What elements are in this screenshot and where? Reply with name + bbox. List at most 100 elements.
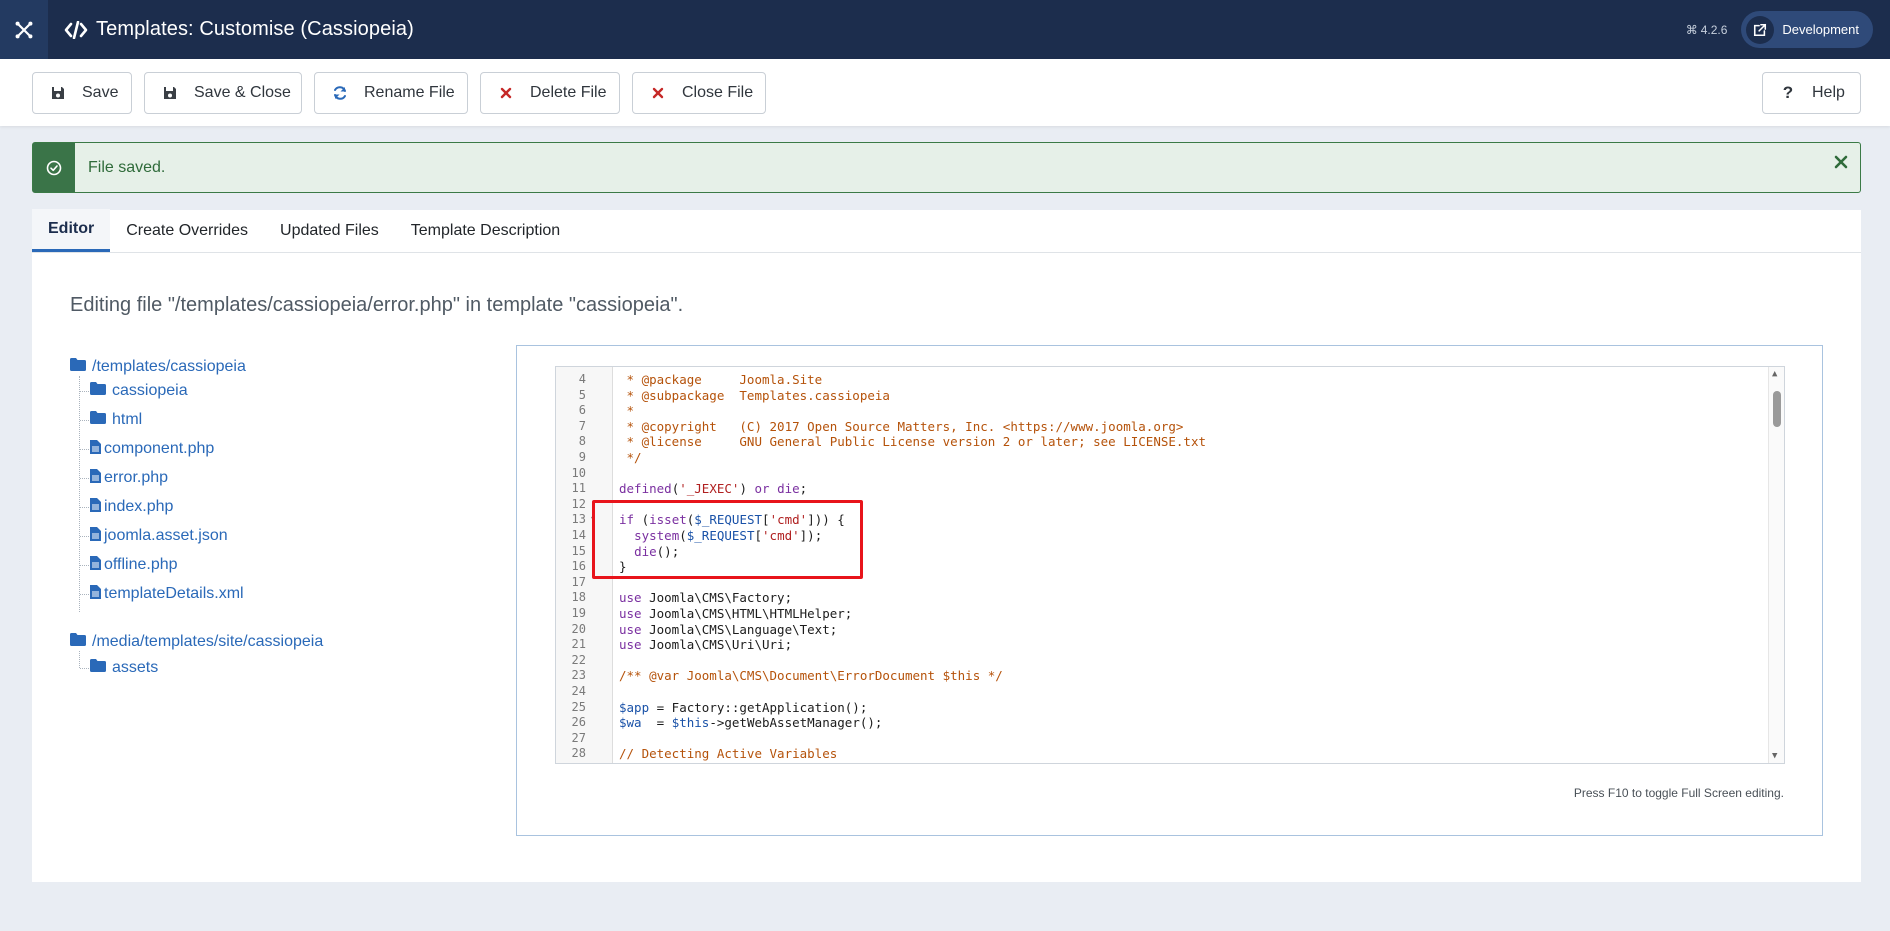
line-number: 18	[571, 590, 586, 605]
tree-file-templatedetails-xml[interactable]: templateDetails.xml	[90, 583, 244, 605]
code-line[interactable]: 24	[556, 684, 1756, 700]
floppy-disk-icon	[49, 84, 67, 102]
code-line[interactable]: 18 use Joomla\CMS\Factory;	[556, 590, 1756, 606]
code-text: $wa = $this->getWebAssetManager();	[619, 715, 883, 731]
tab-template-description[interactable]: Template Description	[395, 209, 576, 252]
help-button[interactable]: ? Help	[1762, 72, 1861, 114]
delete-file-button[interactable]: Delete File	[480, 72, 620, 114]
tree-item-label: cassiopeia	[112, 382, 188, 399]
tab-editor[interactable]: Editor	[32, 209, 111, 252]
code-line[interactable]: 6 *	[556, 403, 1756, 419]
line-number: 5	[578, 387, 586, 402]
editor-card: Editor Create Overrides Updated Files Te…	[32, 209, 1861, 882]
code-line[interactable]: 5 * @subpackage Templates.cassiopeia	[556, 388, 1756, 404]
external-link-icon	[1746, 15, 1775, 44]
code-line[interactable]: 9 */	[556, 450, 1756, 466]
file-icon	[90, 439, 101, 459]
line-number: 27	[571, 730, 586, 745]
joomla-logo-icon[interactable]	[0, 0, 48, 59]
line-number: 16	[571, 559, 586, 574]
line-number: 11	[571, 481, 586, 496]
file-icon	[90, 497, 101, 517]
save-close-label: Save & Close	[194, 84, 291, 101]
code-line[interactable]: 21 use Joomla\CMS\Uri\Uri;	[556, 637, 1756, 653]
tree-item-label: templateDetails.xml	[104, 585, 244, 602]
tree-root-templates[interactable]: /templates/cassiopeia	[70, 356, 246, 378]
tab-create-overrides[interactable]: Create Overrides	[110, 209, 264, 252]
line-number: 6	[578, 403, 586, 418]
close-file-label: Close File	[682, 84, 754, 101]
line-number: 25	[571, 699, 586, 714]
tree-folder-html[interactable]: html	[90, 409, 142, 431]
line-number: 12	[571, 496, 586, 511]
code-text: * @subpackage Templates.cassiopeia	[619, 387, 890, 403]
tree-root-media[interactable]: /media/templates/site/cassiopeia	[70, 631, 323, 653]
line-number: 10	[571, 465, 586, 480]
fullscreen-hint: Press F10 to toggle Full Screen editing.	[1573, 786, 1784, 800]
code-line[interactable]: 19 use Joomla\CMS\HTML\HTMLHelper;	[556, 606, 1756, 622]
save-label: Save	[82, 84, 119, 101]
code-line[interactable]: 4 * @package Joomla.Site	[556, 372, 1756, 388]
line-number: 15	[571, 543, 586, 558]
tree-folder-cassiopeia[interactable]: cassiopeia	[90, 380, 188, 402]
tree-file-index-php[interactable]: index.php	[90, 496, 173, 518]
code-line[interactable]: 23 /** @var Joomla\CMS\Document\ErrorDocu…	[556, 668, 1756, 684]
scroll-up-icon[interactable]: ▲	[1772, 369, 1777, 379]
scroll-down-icon[interactable]: ▼	[1772, 751, 1777, 761]
file-icon	[90, 555, 101, 575]
code-text: defined('_JEXEC') or die;	[619, 481, 808, 497]
tree-folder-assets[interactable]: assets	[90, 657, 158, 679]
tree-item-label: index.php	[104, 498, 174, 515]
tree-file-error-php[interactable]: error.php	[90, 467, 168, 489]
folder-icon	[90, 411, 106, 429]
code-line[interactable]: 20 use Joomla\CMS\Language\Text;	[556, 622, 1756, 638]
close-alert-icon[interactable]	[1834, 155, 1848, 174]
code-text: use Joomla\CMS\HTML\HTMLHelper;	[619, 606, 853, 621]
tree-root-label: /media/templates/site/cassiopeia	[92, 633, 324, 650]
save-button[interactable]: Save	[32, 72, 132, 114]
code-line[interactable]: 8 * @license GNU General Public License …	[556, 434, 1756, 450]
question-icon: ?	[1782, 83, 1794, 102]
folder-icon	[70, 358, 86, 376]
scrollbar-thumb[interactable]	[1773, 391, 1781, 427]
close-file-button[interactable]: Close File	[632, 72, 766, 114]
code-line[interactable]: 7 * @copyright (C) 2017 Open Source Matt…	[556, 419, 1756, 435]
code-line[interactable]: 22	[556, 653, 1756, 669]
code-line[interactable]: 11 defined('_JEXEC') or die;	[556, 481, 1756, 497]
editor-scrollbar[interactable]: ▲ ▼	[1768, 367, 1784, 763]
code-text: */	[619, 450, 642, 465]
editing-file-heading: Editing file "/templates/cassiopeia/erro…	[70, 294, 684, 316]
code-line[interactable]: 26 $wa = $this->getWebAssetManager();	[556, 715, 1756, 731]
development-button[interactable]: Development	[1741, 11, 1873, 48]
version-label: ⌘ 4.2.6	[1686, 23, 1728, 37]
page-title: Templates: Customise (Cassiopeia)	[96, 18, 414, 40]
x-icon	[649, 84, 667, 102]
file-icon	[90, 584, 101, 604]
folder-icon	[90, 659, 106, 677]
tree-item-label: component.php	[104, 440, 215, 457]
line-number: 19	[571, 606, 586, 620]
code-text: * @license GNU General Public License ve…	[619, 434, 1206, 450]
editor-panel: ▲ ▼ 4 * @package Joomla.Site 5 * @subpack…	[516, 345, 1823, 836]
line-number: 22	[571, 652, 586, 667]
code-line[interactable]: 27	[556, 731, 1756, 747]
code-line[interactable]: 10	[556, 466, 1756, 482]
line-number: 28	[571, 746, 586, 761]
tree-item-label: joomla.asset.json	[104, 527, 228, 544]
tree-file-component-php[interactable]: component.php	[90, 438, 214, 460]
code-icon	[64, 20, 90, 39]
save-close-button[interactable]: Save & Close	[144, 72, 302, 114]
code-text: use Joomla\CMS\Uri\Uri;	[619, 637, 793, 653]
line-number: 4	[578, 372, 586, 386]
rename-file-button[interactable]: Rename File	[314, 72, 468, 114]
tree-file-offline-php[interactable]: offline.php	[90, 554, 178, 576]
code-line[interactable]: 25 $app = Factory::getApplication();	[556, 700, 1756, 716]
toolbar: Save Save & Close Rename File Delete Fil…	[0, 59, 1890, 126]
line-number: 17	[571, 574, 586, 589]
tree-item-label: html	[112, 411, 143, 428]
tree-file-joomla-asset-json[interactable]: joomla.asset.json	[90, 525, 228, 547]
code-line[interactable]: 28 // Detecting Active Variables	[556, 746, 1756, 762]
line-number: 20	[571, 621, 586, 636]
tab-updated-files[interactable]: Updated Files	[264, 209, 395, 252]
line-number: 7	[578, 418, 586, 433]
